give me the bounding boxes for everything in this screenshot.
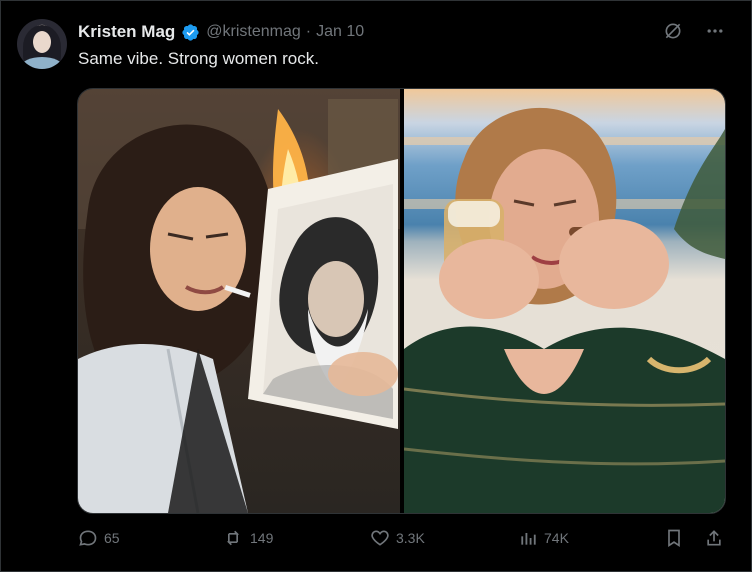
verified-badge-icon — [181, 23, 200, 42]
repost-count: 149 — [250, 530, 274, 546]
author-name[interactable]: Kristen Mag — [78, 22, 175, 42]
engagement-bar: 65 149 3.3K 74K — [78, 528, 728, 552]
repost-icon — [222, 528, 244, 548]
photo-left-illustration — [78, 89, 400, 513]
photo-right-illustration — [403, 107, 725, 513]
reply-button[interactable]: 65 — [78, 528, 120, 548]
like-count: 3.3K — [396, 530, 425, 546]
separator-dot: · — [305, 23, 312, 40]
reply-icon — [78, 528, 98, 548]
tweet-date[interactable]: Jan 10 — [316, 23, 364, 41]
views-button[interactable]: 74K — [518, 528, 569, 548]
repost-button[interactable]: 149 — [222, 528, 273, 548]
like-button[interactable]: 3.3K — [370, 528, 425, 548]
views-icon — [518, 528, 538, 548]
photo-right[interactable] — [403, 89, 725, 513]
tweet-header: Kristen Mag @kristenmag · Jan 10 — [78, 20, 364, 44]
share-icon — [704, 528, 724, 548]
media-grid[interactable] — [77, 88, 726, 514]
bookmark-button[interactable] — [664, 528, 684, 548]
more-dots-icon[interactable] — [704, 20, 726, 42]
author-handle[interactable]: @kristenmag — [206, 23, 301, 41]
share-button[interactable] — [704, 528, 724, 548]
photo-left[interactable] — [78, 89, 400, 513]
top-actions — [662, 20, 726, 42]
avatar[interactable] — [17, 19, 67, 69]
grok-icon[interactable] — [662, 20, 684, 42]
tweet-text: Same vibe. Strong women rock. — [78, 49, 319, 68]
like-icon — [370, 528, 390, 548]
reply-count: 65 — [104, 530, 120, 546]
avatar-face — [33, 31, 51, 53]
bookmark-icon — [664, 528, 684, 548]
views-count: 74K — [544, 530, 569, 546]
